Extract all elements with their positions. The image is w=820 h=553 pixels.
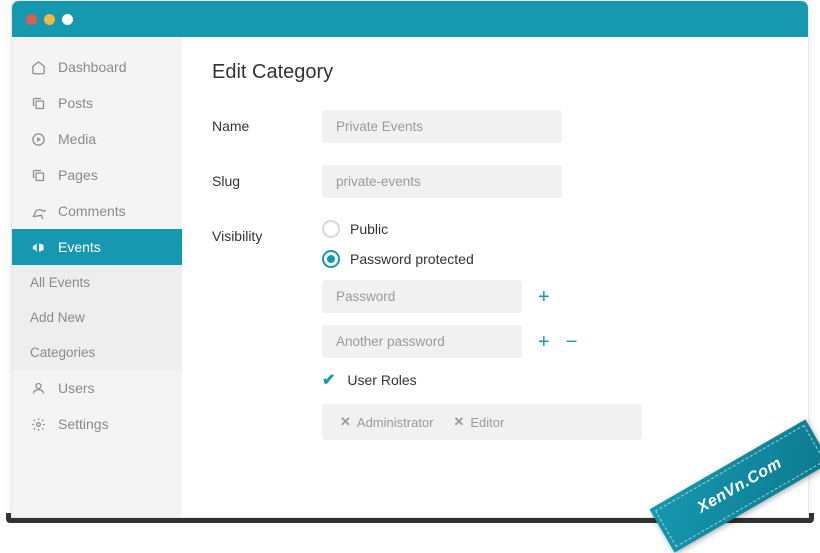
slug-input[interactable] — [322, 165, 562, 198]
form-row-name: Name — [212, 110, 778, 143]
tag-label: Editor — [470, 415, 504, 430]
sidebar-item-label: Posts — [58, 95, 93, 111]
add-password-button[interactable]: + — [538, 332, 550, 352]
close-window-dot[interactable] — [26, 14, 37, 25]
check-icon: ✔ — [322, 370, 335, 390]
sidebar-subitem-categories[interactable]: Categories — [12, 335, 182, 370]
maximize-window-dot[interactable] — [62, 14, 73, 25]
sidebar-submenu: All Events Add New Categories — [12, 265, 182, 370]
tag-label: Administrator — [357, 415, 434, 430]
radio-label: Public — [350, 221, 388, 237]
sidebar-item-events[interactable]: Events — [11, 229, 182, 265]
sidebar-item-posts[interactable]: Posts — [12, 85, 182, 121]
sidebar-item-label: Dashboard — [58, 59, 127, 75]
slug-label: Slug — [212, 165, 322, 189]
visibility-label: Visibility — [212, 220, 322, 244]
radio-icon — [322, 250, 340, 268]
user-icon — [30, 380, 46, 396]
remove-password-button[interactable]: − — [566, 332, 578, 352]
sidebar-item-comments[interactable]: Comments — [12, 193, 182, 229]
role-tag: ✕ Administrator — [330, 410, 443, 434]
sidebar-subitem-add-new[interactable]: Add New — [12, 300, 182, 335]
sidebar-item-label: Users — [58, 380, 95, 396]
sidebar-item-label: Comments — [58, 203, 126, 219]
titlebar — [12, 1, 808, 37]
visibility-option-password[interactable]: Password protected — [322, 250, 742, 268]
bullhorn-icon — [30, 239, 46, 255]
sidebar-item-label: Settings — [58, 416, 109, 432]
sidebar-item-dashboard[interactable]: Dashboard — [12, 49, 182, 85]
sidebar-item-users[interactable]: Users — [12, 370, 182, 406]
app-window: Dashboard Posts Media Pages Comments Eve — [11, 0, 809, 518]
sidebar-item-media[interactable]: Media — [12, 121, 182, 157]
remove-tag-icon[interactable]: ✕ — [453, 414, 464, 430]
radio-icon — [322, 220, 340, 238]
app-body: Dashboard Posts Media Pages Comments Eve — [12, 37, 808, 517]
sidebar-item-settings[interactable]: Settings — [12, 406, 182, 442]
visibility-option-public[interactable]: Public — [322, 220, 742, 238]
copy-icon — [30, 95, 46, 111]
password-input[interactable] — [322, 280, 522, 313]
role-tag: ✕ Editor — [443, 410, 514, 434]
checkbox-label: User Roles — [347, 372, 416, 388]
password-input[interactable] — [322, 325, 522, 358]
name-input[interactable] — [322, 110, 562, 143]
copy-icon — [30, 167, 46, 183]
page-title: Edit Category — [212, 61, 778, 84]
sidebar-item-pages[interactable]: Pages — [12, 157, 182, 193]
comment-icon — [30, 203, 46, 219]
add-password-button[interactable]: + — [538, 287, 550, 307]
sidebar-item-label: Events — [58, 239, 101, 255]
radio-label: Password protected — [350, 251, 474, 267]
main-content: Edit Category Name Slug Visibility — [182, 37, 808, 517]
home-icon — [30, 59, 46, 75]
form-row-visibility: Visibility Public Password protected + — [212, 220, 778, 440]
sidebar-item-label: Media — [58, 131, 96, 147]
form-row-slug: Slug — [212, 165, 778, 198]
remove-tag-icon[interactable]: ✕ — [340, 414, 351, 430]
user-roles-checkbox[interactable]: ✔ User Roles — [322, 370, 742, 390]
sidebar-item-label: Pages — [58, 167, 98, 183]
play-circle-icon — [30, 131, 46, 147]
gear-icon — [30, 416, 46, 432]
password-row: + − — [322, 325, 742, 358]
sidebar: Dashboard Posts Media Pages Comments Eve — [12, 37, 182, 517]
password-row: + — [322, 280, 742, 313]
roles-tag-input[interactable]: ✕ Administrator ✕ Editor — [322, 404, 642, 440]
name-label: Name — [212, 110, 322, 134]
sidebar-subitem-all-events[interactable]: All Events — [12, 265, 182, 300]
minimize-window-dot[interactable] — [44, 14, 55, 25]
